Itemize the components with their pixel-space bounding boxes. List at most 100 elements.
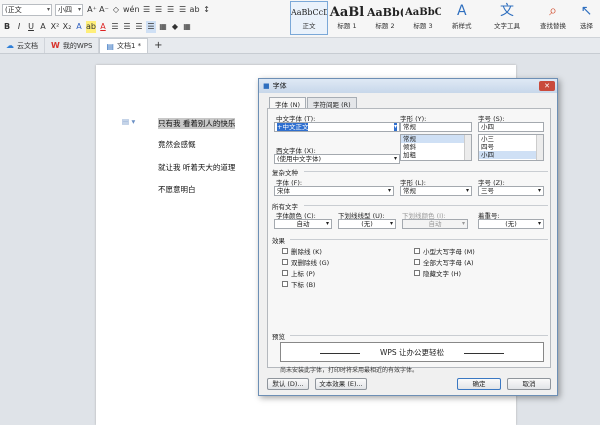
new-tab-button[interactable]: + <box>148 38 168 53</box>
default-button[interactable]: 默认 (D)... <box>267 378 309 390</box>
list-item[interactable]: 加粗 <box>401 151 471 159</box>
list-item[interactable]: 常规 <box>401 135 471 143</box>
list-item[interactable]: 小三 <box>479 135 543 143</box>
underline-button[interactable]: U <box>26 21 36 33</box>
style-heading-3[interactable]: AaBbC 标题 3 <box>404 1 442 35</box>
font-style-list[interactable]: 常规 倾斜 加粗 <box>400 134 472 161</box>
text-effects-button[interactable]: 文本效果 (E)... <box>315 378 367 390</box>
bold-button[interactable]: B <box>2 21 12 33</box>
cn-font-select[interactable]: +中文正文 ▾ <box>274 122 400 132</box>
shrink-font-icon[interactable]: A⁻ <box>99 4 109 16</box>
bullets-icon[interactable]: ☰ <box>142 4 152 16</box>
pinyin-icon[interactable]: wén <box>123 4 140 16</box>
double-strikethrough-checkbox[interactable]: 双删除线 (G) <box>282 257 329 267</box>
align-right-button[interactable]: ☰ <box>134 21 144 33</box>
paragraph-marker-icon[interactable]: ▤ ▾ <box>122 117 135 126</box>
underline-style-select[interactable]: (无) ▾ <box>338 219 396 229</box>
style-heading-1[interactable]: AaBl 标题 1 <box>328 1 366 35</box>
indent-icon[interactable]: ☰ <box>178 4 188 16</box>
align-left-button[interactable]: ☰ <box>110 21 120 33</box>
document-tab-bar: ☁ 云文档 W 我的WPS ▤ 文档1 * + <box>0 38 600 54</box>
subscript-checkbox[interactable]: 下标 (B) <box>282 279 316 289</box>
document-icon: ▤ <box>106 41 114 51</box>
highlight-button[interactable]: ab <box>86 21 96 33</box>
align-center-button[interactable]: ☰ <box>122 21 132 33</box>
chevron-down-icon: ▾ <box>393 123 397 131</box>
find-replace-button[interactable]: ⌕ 查找替换 <box>540 2 566 30</box>
list-item[interactable]: 四号 <box>479 143 543 151</box>
complex-style-select[interactable]: 常规 ▾ <box>400 186 472 196</box>
strikethrough-checkbox[interactable]: 删除线 (K) <box>282 246 322 256</box>
west-font-select[interactable]: (使用中文字体) ▾ <box>274 154 400 164</box>
justify-button[interactable]: ☰ <box>146 21 156 33</box>
cloud-icon: ☁ <box>6 41 14 50</box>
line-spacing-icon[interactable]: ↕ <box>202 4 212 16</box>
strikethrough-button[interactable]: A <box>38 21 48 33</box>
close-button[interactable]: ✕ <box>539 81 555 91</box>
app-icon: ■ <box>263 82 270 90</box>
new-style-button[interactable]: A 新样式 <box>452 2 472 30</box>
emphasis-select[interactable]: (无) ▾ <box>478 219 544 229</box>
ribbon-row-1: (正文 ▾ 小四 ▾ A⁺ A⁻ ◇ wén ☰ ☰ ☰ ☰ ab ↕ <box>2 2 214 18</box>
document-line[interactable]: 只有我 看着别人的快乐 <box>158 118 236 129</box>
chevron-down-icon: ▾ <box>387 187 391 194</box>
select-button[interactable]: ↖ 选择 <box>580 2 593 30</box>
cursor-icon: ↖ <box>580 3 593 19</box>
font-size-box[interactable]: 小四 ▾ <box>55 4 83 16</box>
distributed-button[interactable]: ▦ <box>158 21 168 33</box>
preview-note: 尚未安装此字体，打印时将采用最相近的有效字体。 <box>280 367 419 374</box>
shading-button[interactable]: ◆ <box>170 21 180 33</box>
dialog-title-bar: ■ 字体 <box>259 79 557 93</box>
numbering-icon[interactable]: ☰ <box>154 4 164 16</box>
chevron-down-icon: ▾ <box>465 187 469 194</box>
new-style-icon: A <box>456 3 467 19</box>
text-direction-icon[interactable]: ab <box>190 4 200 16</box>
hidden-text-checkbox[interactable]: 隐藏文字 (H) <box>414 268 461 278</box>
subscript-button[interactable]: X₂ <box>62 21 72 33</box>
list-item[interactable]: 倾斜 <box>401 143 471 151</box>
chevron-down-icon: ▾ <box>393 155 397 162</box>
font-size-list[interactable]: 小三 四号 小四 <box>478 134 544 161</box>
font-color-button[interactable]: A <box>98 21 108 33</box>
effects-group-label: 效果 <box>272 237 285 245</box>
style-name-box[interactable]: (正文 ▾ <box>2 4 52 16</box>
ribbon-toolbar: (正文 ▾ 小四 ▾ A⁺ A⁻ ◇ wén ☰ ☰ ☰ ☰ ab ↕ B I U … <box>0 0 600 38</box>
font-size-input[interactable]: 小四 <box>478 122 544 132</box>
font-style-input[interactable]: 常规 <box>400 122 472 132</box>
scrollbar[interactable] <box>536 135 543 160</box>
cancel-button[interactable]: 取消 <box>507 378 551 390</box>
grow-font-icon[interactable]: A⁺ <box>87 4 97 16</box>
ok-button[interactable]: 确定 <box>457 378 501 390</box>
text-tools-button[interactable]: 文文字工具 <box>494 2 520 30</box>
clear-format-icon[interactable]: ◇ <box>111 4 121 16</box>
preview-group-label: 预览 <box>272 333 285 341</box>
list-item[interactable]: 小四 <box>479 151 543 159</box>
style-gallery: AaBbCcDd 正文 AaBl 标题 1 AaBb( 标题 2 AaBbC 标… <box>290 1 442 35</box>
ribbon-row-2: B I U A X² X₂ A ab A ☰ ☰ ☰ ☰ ▦ ◆ ▦ <box>2 19 194 35</box>
outdent-icon[interactable]: ☰ <box>166 4 176 16</box>
underline-color-select[interactable]: 自动 ▾ <box>402 219 468 229</box>
text-effect-button[interactable]: A <box>74 21 84 33</box>
complex-font-select[interactable]: 宋体 ▾ <box>274 186 394 196</box>
chevron-down-icon: ▾ <box>389 220 393 227</box>
complex-script-group-label: 复杂文种 <box>272 169 298 177</box>
tab-my-wps[interactable]: W 我的WPS <box>45 38 100 53</box>
all-caps-checkbox[interactable]: 全部大写字母 (A) <box>414 257 474 267</box>
superscript-button[interactable]: X² <box>50 21 60 33</box>
chevron-down-icon: ▾ <box>461 220 465 227</box>
tab-cloud-docs[interactable]: ☁ 云文档 <box>0 38 45 53</box>
superscript-checkbox[interactable]: 上标 (P) <box>282 268 315 278</box>
document-line[interactable]: 不愿意明白 <box>158 184 196 195</box>
style-normal[interactable]: AaBbCcDd 正文 <box>290 1 328 35</box>
font-dialog: ■ 字体 ✕ 字体 (N) 字符间距 (R) 中文字体 (T): +中文正文 ▾ 字… <box>258 78 558 396</box>
complex-size-select[interactable]: 三号 ▾ <box>478 186 544 196</box>
document-line[interactable]: 就让我 听着天大的道理 <box>158 162 235 173</box>
small-caps-checkbox[interactable]: 小型大写字母 (M) <box>414 246 475 256</box>
style-heading-2[interactable]: AaBb( 标题 2 <box>366 1 404 35</box>
tab-document-1[interactable]: ▤ 文档1 * <box>99 38 149 53</box>
scrollbar[interactable] <box>464 135 471 160</box>
italic-button[interactable]: I <box>14 21 24 33</box>
document-line[interactable]: 竟然会感慨 <box>158 139 196 150</box>
border-button[interactable]: ▦ <box>182 21 192 33</box>
font-color-select[interactable]: 自动 ▾ <box>274 219 332 229</box>
